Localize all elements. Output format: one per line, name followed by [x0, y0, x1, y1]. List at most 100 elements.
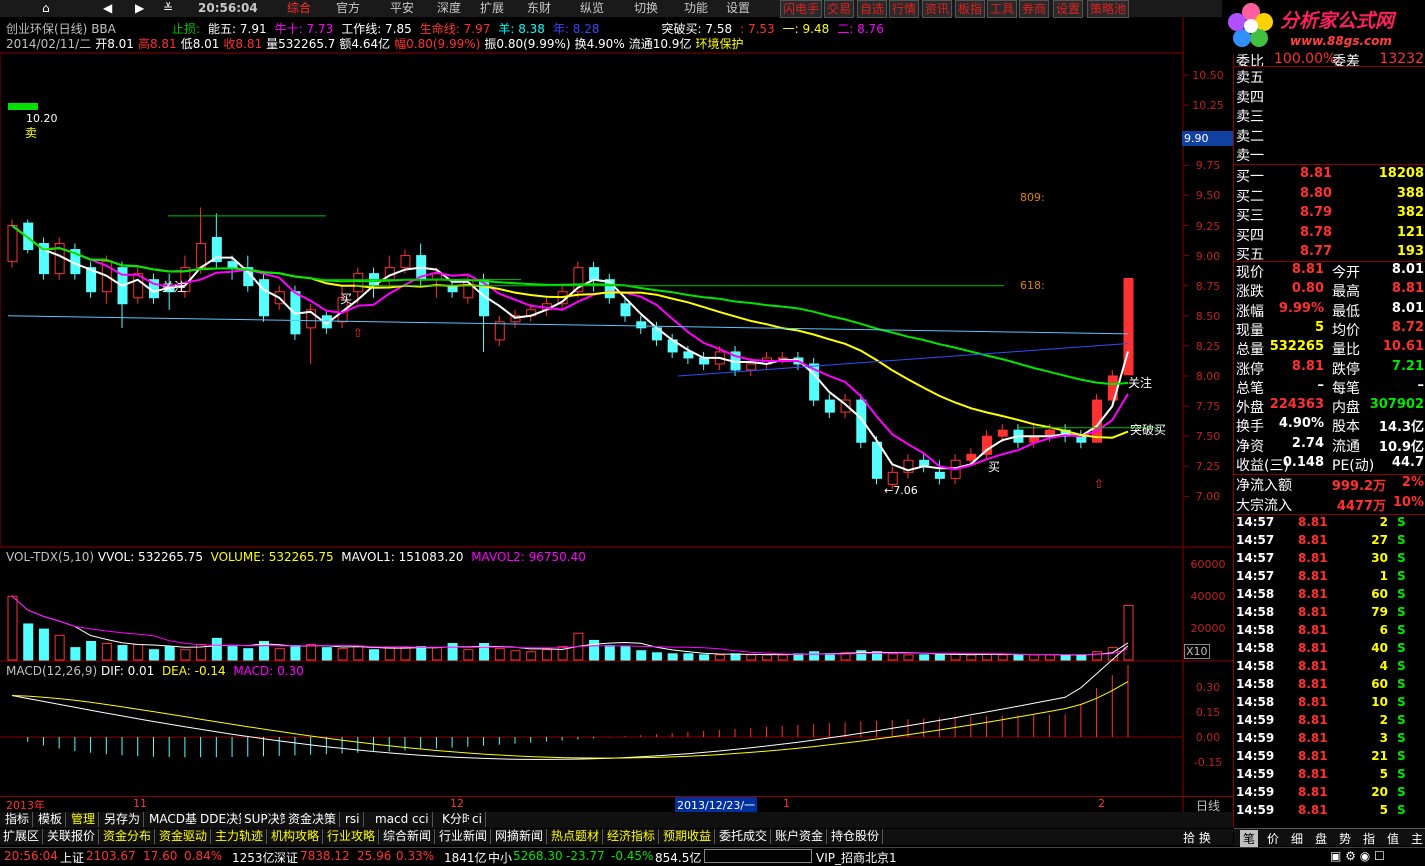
function-tab[interactable]: 行业攻略: [324, 829, 380, 844]
function-tab[interactable]: 网摘新闻: [492, 829, 548, 844]
function-tab[interactable]: 资金驱动: [156, 829, 212, 844]
function-tab[interactable]: 综合新闻: [380, 829, 436, 844]
menu-pingan[interactable]: 平安: [390, 0, 414, 17]
status-time: 20:56:04: [4, 849, 58, 863]
indicator-tab[interactable]: 模板: [35, 812, 67, 827]
volume-bar: [966, 654, 977, 661]
function-tab[interactable]: 账户资金: [772, 829, 828, 844]
indicator-tab[interactable]: 另存为: [101, 812, 145, 827]
volume-bar: [7, 595, 18, 661]
buy-level-row: 买三 8.79 382: [1234, 205, 1425, 224]
indicator-tab[interactable]: ci: [469, 812, 486, 827]
date-axis: 2013年 11 12 2013/12/23/一 1 2 日线: [0, 796, 1233, 813]
tick-side: S: [1397, 803, 1406, 817]
status-icons[interactable]: ▣ ⚙ ◉ ☐: [1330, 849, 1385, 863]
button-trade[interactable]: 交易: [824, 0, 855, 18]
buy-level-price: 8.80: [1300, 185, 1333, 201]
home-icon[interactable]: ⌂: [42, 0, 50, 17]
panel-tab[interactable]: 笔: [1240, 830, 1259, 847]
button-strategy[interactable]: 策略池: [1087, 0, 1130, 18]
indicator-tab[interactable]: 指标: [2, 812, 34, 827]
function-tab[interactable]: 持仓股份: [828, 829, 884, 844]
mavol1-line: [11, 595, 1129, 656]
indicator-tab[interactable]: 管理: [68, 812, 100, 827]
stat-value: 224363: [1269, 397, 1324, 413]
stat-label: 总笔: [1236, 380, 1264, 397]
panel-tab[interactable]: 主: [1408, 830, 1425, 847]
candle-body: [777, 357, 788, 360]
forward-icon[interactable]: ▶: [135, 0, 144, 17]
kline-chart[interactable]: ⇧⇧: [0, 17, 1233, 847]
panel-tab[interactable]: 盘: [1312, 830, 1330, 847]
volume-bar: [494, 648, 505, 661]
sz-pct: 0.33%: [396, 849, 435, 863]
button-quotes[interactable]: 行情: [889, 0, 920, 18]
ma120-line: [7, 315, 1129, 335]
buy-signal-label: 买: [340, 292, 353, 306]
sh-label[interactable]: 上证: [60, 849, 84, 866]
button-index[interactable]: 板指: [955, 0, 986, 18]
menu-gongneng[interactable]: 功能: [684, 0, 708, 17]
panel-tab[interactable]: 价: [1264, 830, 1282, 847]
stat-value: 5: [1314, 319, 1324, 335]
menu-qiehuan[interactable]: 切换: [634, 0, 658, 17]
indicator-tab[interactable]: macd: [372, 812, 413, 827]
panel-tab[interactable]: 值: [1384, 830, 1402, 847]
buy-level-qty: 18208: [1378, 166, 1424, 181]
buy-level-qty: 193: [1396, 244, 1424, 259]
button-watchlist[interactable]: 自选: [857, 0, 888, 18]
menu-zonglan[interactable]: 纵览: [580, 0, 604, 17]
indicator-tab[interactable]: rsi: [342, 812, 364, 827]
ma10-line: [11, 224, 1129, 471]
function-tab-bar: 扩展区 关联报价 资金分布 资金驱动 主力轨迹 机构攻略 行业攻略 综合新闻 行业新闻 网摘新闻热…: [0, 829, 1233, 845]
menu-shendu[interactable]: 深度: [437, 0, 461, 17]
side-switch[interactable]: 拾 换: [1183, 829, 1233, 845]
function-tab[interactable]: 预期收益: [660, 829, 716, 844]
tick-row: 14:58 8.81 4 S: [1234, 659, 1425, 677]
menu-zonghe[interactable]: 综合: [287, 0, 311, 17]
zx-amount: 854.5亿: [655, 851, 702, 865]
collapse-icon[interactable]: ≚: [163, 0, 173, 17]
stat-label-2: 内盘: [1332, 400, 1360, 417]
sz-label[interactable]: 深证: [274, 849, 298, 866]
panel-tab[interactable]: 细: [1288, 830, 1306, 847]
function-tab[interactable]: 主力轨迹: [212, 829, 268, 844]
flow-label: 净流入额: [1236, 478, 1292, 494]
zx-change: -23.77: [566, 849, 605, 863]
back-icon[interactable]: ◀: [103, 0, 112, 17]
menu-guanfang[interactable]: 官方: [336, 0, 360, 17]
volume-bar: [667, 653, 678, 661]
function-tab[interactable]: 机构攻略: [268, 829, 324, 844]
menu-dongcai[interactable]: 东财: [527, 0, 551, 17]
stat-label: 总量: [1236, 342, 1264, 359]
function-tab[interactable]: 行业新闻: [436, 829, 492, 844]
stat-label: 涨停: [1236, 361, 1264, 378]
stat-row: 换手 4.90% 股本 14.3亿: [1234, 416, 1425, 435]
tick-side: S: [1397, 785, 1406, 799]
button-flash[interactable]: 闪电手: [780, 0, 823, 18]
button-settings[interactable]: 设置: [1053, 0, 1084, 18]
function-tab[interactable]: 资金分布: [100, 829, 156, 844]
macd-axis-tick: 0.15: [1195, 706, 1221, 719]
button-tools[interactable]: 工具: [987, 0, 1018, 18]
panel-tab[interactable]: 势: [1336, 830, 1354, 847]
function-tab[interactable]: 委托成交: [716, 829, 772, 844]
function-tab[interactable]: 扩展区: [0, 829, 44, 844]
stat-value: 532265: [1269, 339, 1324, 355]
tick-price: 8.81: [1298, 587, 1328, 601]
tick-row: 14:59 8.81 5 S: [1234, 803, 1425, 821]
function-tab[interactable]: 热点题材: [548, 829, 604, 844]
stat-label-2: 股本: [1332, 419, 1360, 436]
tick-row: 14:59 8.81 21 S: [1234, 749, 1425, 767]
function-tab[interactable]: 关联报价: [44, 829, 100, 844]
tick-time: 14:58: [1236, 659, 1275, 673]
menu-kuozhan[interactable]: 扩展: [480, 0, 504, 17]
panel-tab[interactable]: 指: [1360, 830, 1378, 847]
indicator-tab[interactable]: 资金决策: [285, 812, 341, 827]
button-news[interactable]: 资讯: [922, 0, 953, 18]
function-tab[interactable]: 经济指标: [604, 829, 660, 844]
zx-label[interactable]: 中小: [488, 849, 512, 866]
indicator-tab[interactable]: cci: [409, 812, 433, 827]
menu-shezhi[interactable]: 设置: [726, 0, 750, 17]
button-broker[interactable]: 券商: [1019, 0, 1050, 18]
